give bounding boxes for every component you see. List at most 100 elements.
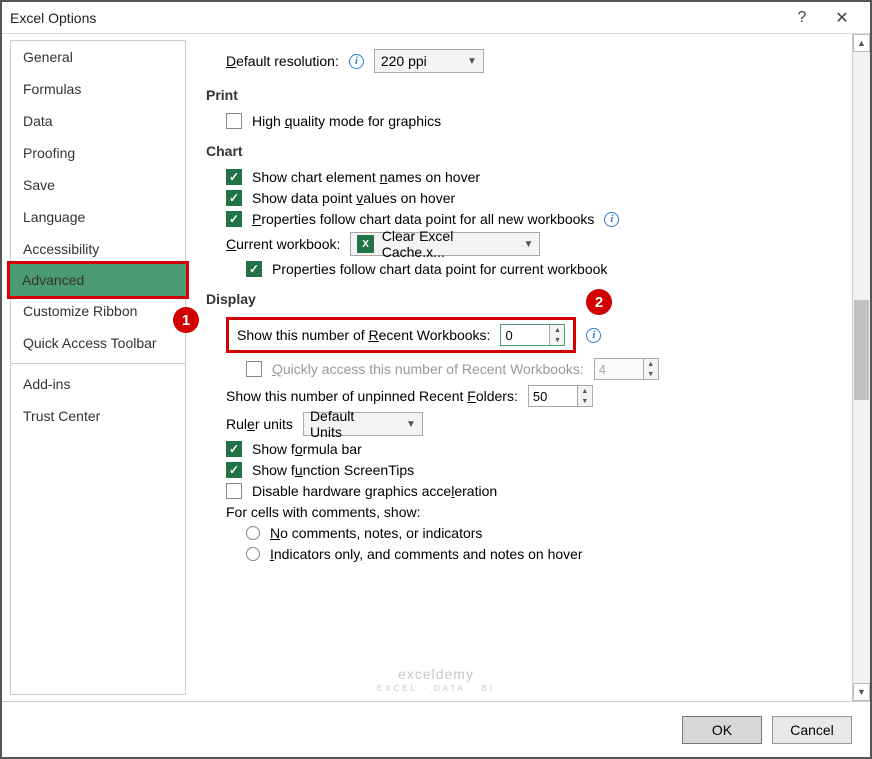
current-workbook-value: Clear Excel Cache.x...: [382, 228, 508, 260]
sidebar-item-qat[interactable]: Quick Access Toolbar: [11, 327, 185, 359]
sidebar-item-data[interactable]: Data: [11, 105, 185, 137]
recent-folders-spinner[interactable]: ▲▼: [528, 385, 593, 407]
comments-heading-row: For cells with comments, show:: [226, 504, 854, 520]
section-print: Print: [206, 87, 854, 103]
chart-hover-values-checkbox[interactable]: ✓: [226, 190, 242, 206]
sidebar-item-formulas[interactable]: Formulas: [11, 73, 185, 105]
spin-up: ▲: [644, 359, 658, 369]
chart-hover-names-checkbox[interactable]: ✓: [226, 169, 242, 185]
recent-workbooks-label: Show this number of Recent Workbooks:: [237, 327, 490, 343]
recent-workbooks-row-wrap: 2 Show this number of Recent Workbooks: …: [226, 317, 854, 353]
options-sidebar: General Formulas Data Proofing Save Lang…: [10, 40, 186, 695]
chart-hover-names-row: ✓ Show chart element names on hover: [226, 169, 854, 185]
formula-bar-label: Show formula bar: [252, 441, 362, 457]
chart-props-current-row: ✓ Properties follow chart data point for…: [246, 261, 854, 277]
high-quality-row: High quality mode for graphics: [226, 113, 854, 129]
comments-none-row: No comments, notes, or indicators: [246, 525, 854, 541]
ruler-units-value: Default Units: [310, 408, 390, 440]
cancel-button[interactable]: Cancel: [772, 716, 852, 744]
chart-props-current-label: Properties follow chart data point for c…: [272, 261, 607, 277]
window-title: Excel Options: [10, 10, 782, 26]
scroll-track[interactable]: [853, 52, 870, 683]
chart-props-current-checkbox[interactable]: ✓: [246, 261, 262, 277]
ruler-units-dropdown[interactable]: Default Units ▼: [303, 412, 423, 436]
recent-workbooks-spinner[interactable]: ▲▼: [500, 324, 565, 346]
disable-hw-checkbox[interactable]: [226, 483, 242, 499]
quick-access-label: Quickly access this number of Recent Wor…: [272, 361, 584, 377]
spin-down[interactable]: ▼: [550, 335, 564, 345]
comments-heading: For cells with comments, show:: [226, 504, 421, 520]
spin-up[interactable]: ▲: [550, 325, 564, 335]
comments-ind-radio[interactable]: [246, 547, 260, 561]
content-scrollbar[interactable]: ▲ ▼: [852, 34, 870, 701]
ruler-units-row: Ruler units Default Units ▼: [226, 412, 854, 436]
screentips-row: ✓ Show function ScreenTips: [226, 462, 854, 478]
recent-folders-input[interactable]: [529, 386, 577, 406]
current-workbook-dropdown[interactable]: X Clear Excel Cache.x... ▼: [350, 232, 540, 256]
spin-up[interactable]: ▲: [578, 386, 592, 396]
scroll-down-arrow[interactable]: ▼: [853, 683, 870, 701]
scroll-thumb[interactable]: [854, 300, 869, 400]
excel-options-dialog: Excel Options ? ✕ General Formulas Data …: [0, 0, 872, 759]
ruler-units-label: Ruler units: [226, 416, 293, 432]
info-icon[interactable]: i: [349, 54, 364, 69]
excel-file-icon: X: [357, 235, 373, 253]
sidebar-item-addins[interactable]: Add-ins: [11, 368, 185, 400]
sidebar-item-proofing[interactable]: Proofing: [11, 137, 185, 169]
dialog-body: General Formulas Data Proofing Save Lang…: [2, 34, 870, 701]
comments-none-radio[interactable]: [246, 526, 260, 540]
section-chart: Chart: [206, 143, 854, 159]
high-quality-checkbox[interactable]: [226, 113, 242, 129]
chevron-down-icon: ▼: [467, 56, 477, 67]
recent-folders-row: Show this number of unpinned Recent Fold…: [226, 385, 854, 407]
spin-down[interactable]: ▼: [578, 396, 592, 406]
sidebar-item-advanced[interactable]: Advanced: [7, 261, 189, 299]
spin-down: ▼: [644, 369, 658, 379]
disable-hw-row: Disable hardware graphics acceleration: [226, 483, 854, 499]
screentips-label: Show function ScreenTips: [252, 462, 414, 478]
formula-bar-row: ✓ Show formula bar: [226, 441, 854, 457]
high-quality-label: High quality mode for graphics: [252, 113, 441, 129]
default-resolution-row: Default resolution: i 220 ppi ▼: [226, 49, 854, 73]
chart-props-new-label: Properties follow chart data point for a…: [252, 211, 594, 227]
info-icon[interactable]: i: [604, 212, 619, 227]
screentips-checkbox[interactable]: ✓: [226, 462, 242, 478]
help-button[interactable]: ?: [782, 6, 822, 30]
callout-badge-2: 2: [586, 289, 612, 315]
default-resolution-value: 220 ppi: [381, 53, 427, 69]
section-display: Display: [206, 291, 854, 307]
titlebar: Excel Options ? ✕: [2, 2, 870, 34]
current-workbook-label: Current workbook:: [226, 236, 340, 252]
chart-props-new-row: ✓ Properties follow chart data point for…: [226, 211, 854, 227]
recent-workbooks-callout: Show this number of Recent Workbooks: ▲▼: [226, 317, 576, 353]
sidebar-item-save[interactable]: Save: [11, 169, 185, 201]
close-button[interactable]: ✕: [822, 6, 862, 30]
comments-ind-label: Indicators only, and comments and notes …: [270, 546, 583, 562]
sidebar-item-language[interactable]: Language: [11, 201, 185, 233]
chart-hover-values-label: Show data point values on hover: [252, 190, 455, 206]
dialog-footer: OK Cancel: [2, 701, 870, 757]
sidebar-item-customize-ribbon[interactable]: Customize Ribbon: [11, 295, 185, 327]
watermark-main: exceldemy: [398, 666, 474, 682]
scroll-up-arrow[interactable]: ▲: [853, 34, 870, 52]
watermark: exceldemy EXCEL · DATA · BI: [377, 663, 495, 693]
formula-bar-checkbox[interactable]: ✓: [226, 441, 242, 457]
sidebar-separator: [11, 363, 185, 364]
sidebar-item-general[interactable]: General: [11, 41, 185, 73]
info-icon[interactable]: i: [586, 328, 601, 343]
sidebar-item-trust-center[interactable]: Trust Center: [11, 400, 185, 432]
default-resolution-label: Default resolution:: [226, 53, 339, 69]
comments-ind-row: Indicators only, and comments and notes …: [246, 546, 854, 562]
chevron-down-icon: ▼: [524, 239, 534, 250]
quick-access-spinner: ▲▼: [594, 358, 659, 380]
quick-access-row: Quickly access this number of Recent Wor…: [246, 358, 854, 380]
recent-workbooks-input[interactable]: [501, 325, 549, 345]
ok-button[interactable]: OK: [682, 716, 762, 744]
chart-hover-names-label: Show chart element names on hover: [252, 169, 480, 185]
chart-props-new-checkbox[interactable]: ✓: [226, 211, 242, 227]
quick-access-checkbox[interactable]: [246, 361, 262, 377]
chevron-down-icon: ▼: [406, 419, 416, 430]
default-resolution-dropdown[interactable]: 220 ppi ▼: [374, 49, 484, 73]
watermark-sub: EXCEL · DATA · BI: [377, 684, 495, 693]
quick-access-input: [595, 359, 643, 379]
